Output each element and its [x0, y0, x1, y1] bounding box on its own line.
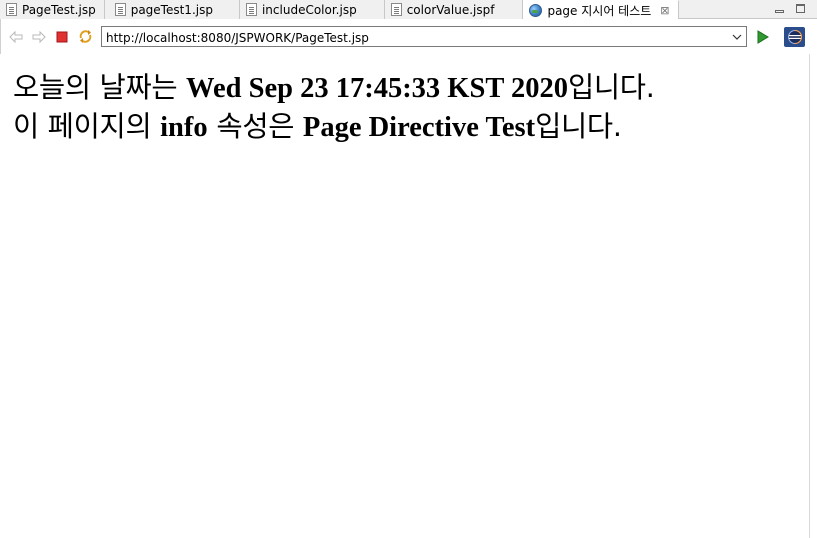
info-keyword: info: [160, 112, 208, 143]
jspf-file-icon: [390, 3, 402, 16]
back-arrow-icon: [9, 30, 23, 43]
stop-button[interactable]: [53, 28, 71, 46]
forward-button[interactable]: [30, 28, 48, 46]
tab-includecolor-jsp[interactable]: includeColor.jsp: [239, 0, 385, 19]
tab-colorvalue-jspf[interactable]: colorValue.jspf: [384, 0, 524, 19]
date-value: Wed Sep 23 17:45:33 KST 2020: [186, 73, 568, 104]
minimize-icon[interactable]: [775, 4, 784, 15]
eclipse-icon: [787, 30, 802, 44]
tab-pagetest1-jsp[interactable]: pageTest1.jsp: [104, 0, 240, 19]
tab-label: PageTest.jsp: [22, 2, 96, 17]
maximize-icon[interactable]: [796, 3, 805, 15]
date-line-prefix: 오늘의 날짜는: [13, 71, 187, 104]
view-controls: [775, 0, 817, 18]
tab-page-directive-test[interactable]: page 지시어 테스트 ⊠: [523, 0, 679, 19]
jsp-file-icon: [114, 3, 126, 16]
tab-label: includeColor.jsp: [261, 2, 357, 17]
tab-label: pageTest1.jsp: [130, 2, 213, 17]
url-input[interactable]: [101, 26, 747, 47]
info-line-suffix: 입니다.: [535, 110, 622, 143]
jsp-file-icon: [6, 3, 17, 16]
tab-pagetest-jsp[interactable]: PageTest.jsp: [0, 0, 105, 19]
tab-label: colorValue.jspf: [406, 2, 495, 17]
vertical-scrollbar[interactable]: [809, 54, 817, 538]
editor-tab-bar: PageTest.jsp pageTest1.jsp includeColor.…: [0, 0, 817, 19]
chevron-down-icon: [732, 34, 742, 40]
tab-label: page 지시어 테스트: [547, 3, 652, 18]
browser-toolbar: [0, 19, 817, 54]
browser-viewport: 오늘의 날짜는 Wed Sep 23 17:45:33 KST 2020입니다.…: [0, 54, 809, 538]
back-button[interactable]: [7, 28, 25, 46]
info-line-middle: 속성은: [207, 110, 303, 143]
info-line: 이 페이지의 info 속성은 Page Directive Test입니다.: [13, 110, 622, 145]
url-dropdown-button[interactable]: [730, 28, 744, 45]
close-icon[interactable]: ⊠: [660, 4, 669, 17]
eclipse-button[interactable]: [784, 27, 805, 47]
go-play-icon: [757, 30, 769, 44]
go-button[interactable]: [756, 29, 770, 44]
refresh-icon: [79, 30, 91, 43]
jsp-file-icon: [245, 3, 257, 16]
globe-icon: [529, 3, 543, 17]
refresh-button[interactable]: [76, 28, 94, 46]
info-line-prefix: 이 페이지의: [13, 110, 161, 143]
date-line: 오늘의 날짜는 Wed Sep 23 17:45:33 KST 2020입니다.: [13, 71, 655, 106]
info-value: Page Directive Test: [302, 112, 536, 143]
date-line-suffix: 입니다.: [567, 71, 655, 104]
forward-arrow-icon: [32, 30, 46, 43]
stop-icon: [56, 31, 68, 42]
